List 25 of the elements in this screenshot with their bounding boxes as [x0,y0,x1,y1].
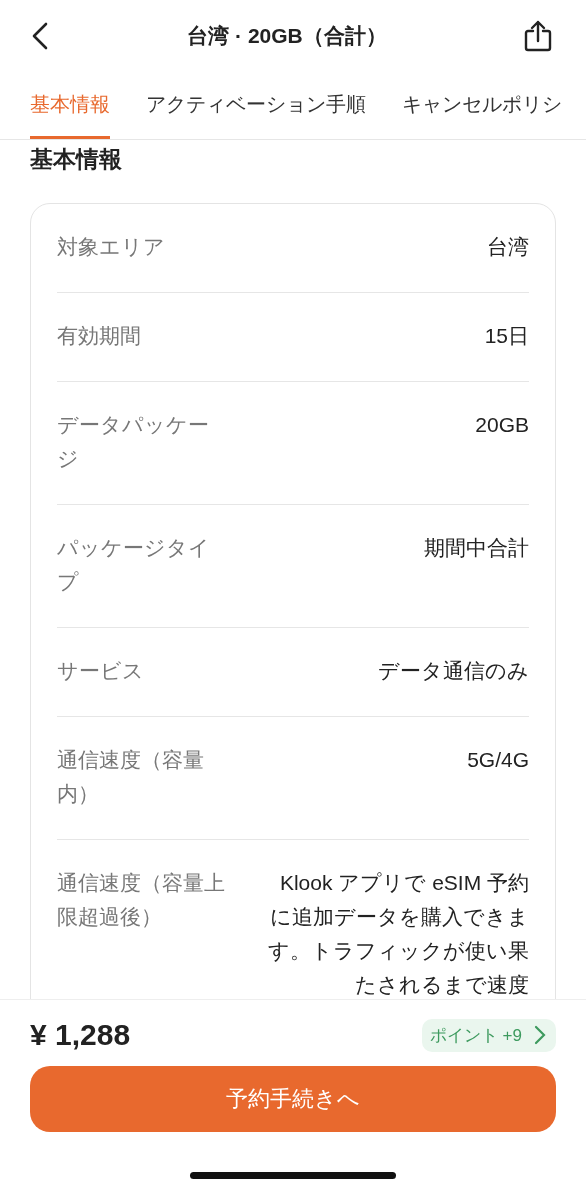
detail-value: データ通信のみ [377,658,529,684]
book-button[interactable]: 予約手続きへ [30,1066,556,1132]
detail-label: 通信速度（容量内） [57,747,205,807]
detail-label: 通信速度（容量上限超過後） [57,870,225,930]
price: ¥ 1,288 [30,1018,131,1052]
detail-label: データパッケージ [57,412,210,472]
detail-value: 5G/4G [466,747,529,773]
detail-value: 15日 [483,323,529,349]
points-badge[interactable]: ポイント +9 [421,1018,556,1052]
share-icon[interactable] [524,20,552,52]
chevron-icon [534,1025,546,1045]
detail-label: 対象エリア [57,234,166,260]
detail-value: 台湾 [486,234,529,260]
section-title: 基本情報 [30,145,123,174]
tab[interactable]: 基本情報 [30,72,110,139]
tab[interactable]: アクティベーション手順 [146,72,366,139]
detail-label: 有効期間 [57,323,142,349]
detail-label: パッケージタイプ [57,535,211,595]
detail-label: サービス [57,658,145,684]
back-icon[interactable] [30,22,50,50]
detail-value: 20GB [474,412,529,438]
tab[interactable]: キャンセルポリシ [402,72,562,139]
detail-value: 期間中合計 [423,535,529,561]
detail-value: Klook アプリで eSIM 予約に追加データを購入できます。トラフィックが使い果たされるまで速度 [267,870,529,998]
page-title: 台湾 · 20GB（合計） [187,23,387,49]
